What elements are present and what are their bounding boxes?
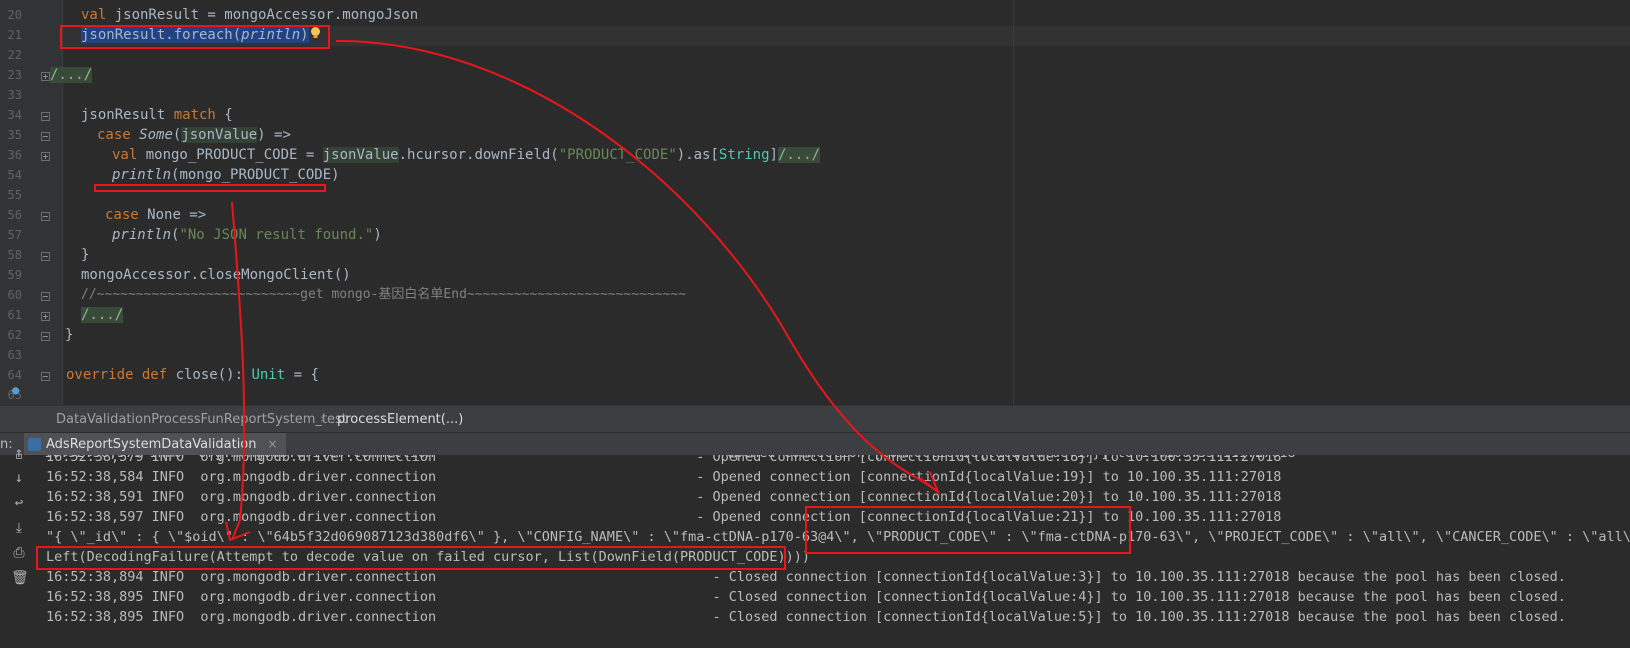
annotation-arrows [225,39,941,542]
annotation-arrow-foreach [335,39,936,491]
annotation-arrow-println [231,201,246,541]
